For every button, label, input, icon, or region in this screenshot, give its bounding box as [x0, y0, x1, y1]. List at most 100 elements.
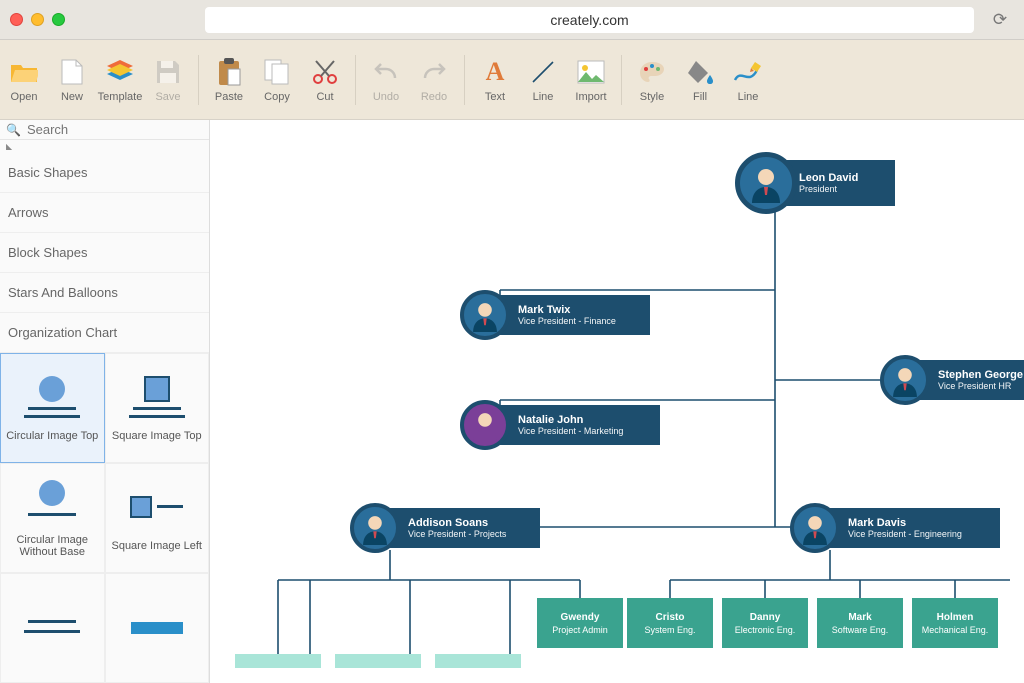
- line-icon: [528, 57, 558, 87]
- minimize-window-button[interactable]: [31, 13, 44, 26]
- shape-square-left[interactable]: Square Image Left: [105, 463, 210, 573]
- avatar-icon: [735, 152, 797, 214]
- label: Copy: [264, 91, 290, 103]
- org-leaf-danny[interactable]: DannyElectronic Eng.: [722, 598, 808, 648]
- reload-button[interactable]: ⟳: [986, 6, 1014, 34]
- label: Save: [155, 91, 180, 103]
- shape-preview-icon: [22, 478, 82, 528]
- org-node-vp-hr[interactable]: Stephen GeorgeVice President HR: [910, 360, 1024, 400]
- org-leaf-mark[interactable]: Mark Software Eng.: [817, 598, 903, 648]
- category-arrows[interactable]: Arrows: [0, 193, 209, 233]
- pencil-line-icon: [733, 57, 763, 87]
- category-basic-shapes[interactable]: Basic Shapes: [0, 153, 209, 193]
- shape-circular-top[interactable]: Circular Image Top: [0, 353, 105, 463]
- template-stack-icon: [105, 57, 135, 87]
- shape-circular-no-base[interactable]: Circular Image Without Base: [0, 463, 105, 573]
- leaf-role: Software Eng.: [832, 625, 889, 635]
- shape-extra-1[interactable]: [0, 573, 105, 683]
- shape-extra-2[interactable]: [105, 573, 210, 683]
- app-toolbar: Open New Template Save Paste Copy Cut Un…: [0, 40, 1024, 120]
- org-node-vp-marketing[interactable]: Natalie JohnVice President - Marketing: [490, 405, 660, 445]
- category-org-chart[interactable]: Organization Chart: [0, 313, 209, 353]
- org-node-vp-finance[interactable]: Mark TwixVice President - Finance: [490, 295, 650, 335]
- leaf-name: Gwendy: [561, 612, 600, 623]
- label: Import: [575, 91, 606, 103]
- redo-icon: [419, 57, 449, 87]
- avatar-icon: [350, 503, 400, 553]
- shape-preview-icon: [127, 603, 187, 653]
- image-import-icon: [576, 57, 606, 87]
- org-leaf-holmen[interactable]: Holmen Mechanical Eng.: [912, 598, 998, 648]
- org-node-president[interactable]: Leon DavidPresident: [765, 160, 895, 206]
- copy-button[interactable]: Copy: [253, 57, 301, 103]
- fill-button[interactable]: Fill: [676, 57, 724, 103]
- shape-label: Circular Image Without Base: [5, 534, 100, 558]
- undo-button[interactable]: Undo: [362, 57, 410, 103]
- category-block-shapes[interactable]: Block Shapes: [0, 233, 209, 273]
- leaf-role: Mechanical Eng.: [922, 625, 989, 635]
- shape-preview-icon: [127, 374, 187, 424]
- import-button[interactable]: Import: [567, 57, 615, 103]
- label: Paste: [215, 91, 243, 103]
- node-name: Addison Soans: [408, 517, 526, 529]
- search-row: 🔍: [0, 120, 209, 140]
- label: Undo: [373, 91, 399, 103]
- diagram-canvas[interactable]: Leon DavidPresident Mark TwixVice Presid…: [210, 120, 1024, 683]
- copy-icon: [262, 57, 292, 87]
- node-name: Stephen George: [938, 369, 1024, 381]
- text-button[interactable]: AText: [471, 57, 519, 103]
- text-icon: A: [480, 57, 510, 87]
- template-button[interactable]: Template: [96, 57, 144, 103]
- node-name: Natalie John: [518, 414, 646, 426]
- close-window-button[interactable]: [10, 13, 23, 26]
- org-leaf-ghost[interactable]: [335, 654, 421, 668]
- line-style-button[interactable]: Line: [724, 57, 772, 103]
- label: Line: [738, 91, 759, 103]
- redo-button[interactable]: Redo: [410, 57, 458, 103]
- label: Redo: [421, 91, 447, 103]
- leaf-name: Mark: [848, 612, 871, 623]
- org-node-vp-projects[interactable]: Addison SoansVice President - Projects: [380, 508, 540, 548]
- save-button[interactable]: Save: [144, 57, 192, 103]
- open-button[interactable]: Open: [0, 57, 48, 103]
- shapes-search-input[interactable]: [27, 122, 203, 137]
- undo-icon: [371, 57, 401, 87]
- document-new-icon: [57, 57, 87, 87]
- leaf-name: Danny: [750, 612, 781, 623]
- node-role: Vice President HR: [938, 381, 1024, 391]
- label: Open: [11, 91, 38, 103]
- line-tool-button[interactable]: Line: [519, 57, 567, 103]
- org-leaf-cristo[interactable]: CristoSystem Eng.: [627, 598, 713, 648]
- category-stars-balloons[interactable]: Stars And Balloons: [0, 273, 209, 313]
- cut-button[interactable]: Cut: [301, 57, 349, 103]
- style-button[interactable]: Style: [628, 57, 676, 103]
- folder-open-icon: [9, 57, 39, 87]
- label: New: [61, 91, 83, 103]
- org-leaf-ghost[interactable]: [435, 654, 521, 668]
- shape-preview-icon: [127, 484, 187, 534]
- paste-button[interactable]: Paste: [205, 57, 253, 103]
- shape-preview-icon: [22, 374, 82, 424]
- node-name: Mark Davis: [848, 517, 986, 529]
- avatar-icon: [880, 355, 930, 405]
- node-role: Vice President - Finance: [518, 316, 636, 326]
- clipboard-paste-icon: [214, 57, 244, 87]
- search-icon: 🔍: [6, 123, 21, 137]
- leaf-role: System Eng.: [644, 625, 695, 635]
- node-role: Vice President - Projects: [408, 529, 526, 539]
- node-name: Leon David: [799, 172, 881, 184]
- leaf-name: Holmen: [937, 612, 974, 623]
- shapes-sidebar: 🔍 ◣ Basic Shapes Arrows Block Shapes Sta…: [0, 120, 210, 683]
- org-node-vp-engineering[interactable]: Mark DavisVice President - Engineering: [820, 508, 1000, 548]
- org-leaf-gwendy[interactable]: Gwendy Project Admin: [537, 598, 623, 648]
- org-leaf-ghost[interactable]: [235, 654, 321, 668]
- dropdown-triangle-icon[interactable]: ◣: [0, 140, 209, 153]
- shape-square-top[interactable]: Square Image Top: [105, 353, 210, 463]
- label: Cut: [316, 91, 333, 103]
- leaf-role: Project Admin: [552, 625, 608, 635]
- node-role: President: [799, 184, 881, 194]
- maximize-window-button[interactable]: [52, 13, 65, 26]
- new-button[interactable]: New: [48, 57, 96, 103]
- scissors-icon: [310, 57, 340, 87]
- address-bar[interactable]: creately.com: [205, 7, 974, 33]
